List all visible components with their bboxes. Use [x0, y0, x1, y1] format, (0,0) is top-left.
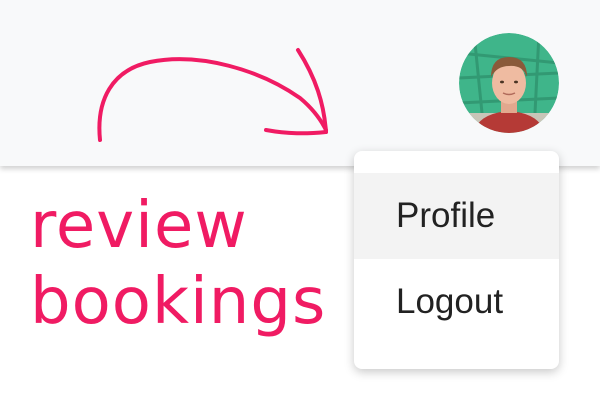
profile-menu-label: Profile	[396, 196, 496, 235]
handwritten-annotation: review bookings	[30, 188, 326, 340]
profile-menu-item[interactable]: Profile	[354, 173, 559, 259]
logout-menu-label: Logout	[396, 282, 504, 321]
user-dropdown-menu: Profile Logout	[354, 151, 559, 369]
logout-menu-item[interactable]: Logout	[354, 259, 559, 345]
annotation-line-1: review	[30, 189, 248, 263]
annotation-line-2: bookings	[30, 265, 327, 339]
page: review bookings Profile Logout	[0, 0, 600, 400]
